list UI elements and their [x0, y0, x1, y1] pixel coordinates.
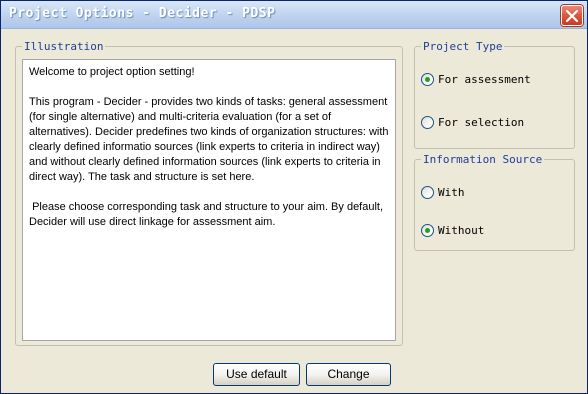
illustration-paragraph: This program - Decider - provides two ki…: [29, 96, 389, 183]
project-type-group: Project Type For assessment For selectio…: [414, 40, 575, 149]
project-type-legend: Project Type: [421, 40, 505, 53]
title-bar[interactable]: Project Options - Decider - PDSP: [1, 1, 587, 29]
illustration-group: Illustration Welcome to project option s…: [15, 40, 403, 346]
radio-for-assessment[interactable]: For assessment: [421, 71, 531, 87]
radio-label: For selection: [438, 115, 525, 129]
dialog-body: Illustration Welcome to project option s…: [5, 31, 583, 391]
illustration-paragraph: Please choose corresponding task and str…: [29, 201, 387, 228]
illustration-legend: Illustration: [22, 40, 106, 53]
information-source-group: Information Source With Without: [414, 153, 575, 251]
radio-unchecked-icon[interactable]: [421, 115, 434, 129]
radio-with[interactable]: With: [421, 184, 465, 200]
change-button[interactable]: Change: [306, 363, 391, 386]
radio-without[interactable]: Without: [421, 222, 484, 238]
close-icon: [566, 10, 578, 22]
close-button[interactable]: [561, 5, 583, 26]
illustration-paragraph: Welcome to project option setting!: [29, 66, 195, 78]
radio-checked-icon[interactable]: [421, 72, 434, 86]
illustration-text-area[interactable]: Welcome to project option setting! This …: [22, 59, 396, 341]
use-default-button[interactable]: Use default: [213, 363, 300, 386]
radio-label: With: [438, 185, 465, 199]
radio-unchecked-icon[interactable]: [421, 185, 434, 199]
radio-label: For assessment: [438, 72, 531, 86]
radio-checked-icon[interactable]: [421, 223, 434, 237]
dialog-window: Project Options - Decider - PDSP Illustr…: [0, 0, 588, 394]
information-source-legend: Information Source: [421, 153, 545, 166]
radio-for-selection[interactable]: For selection: [421, 114, 524, 130]
radio-label: Without: [438, 223, 485, 237]
window-title: Project Options - Decider - PDSP: [9, 6, 276, 21]
